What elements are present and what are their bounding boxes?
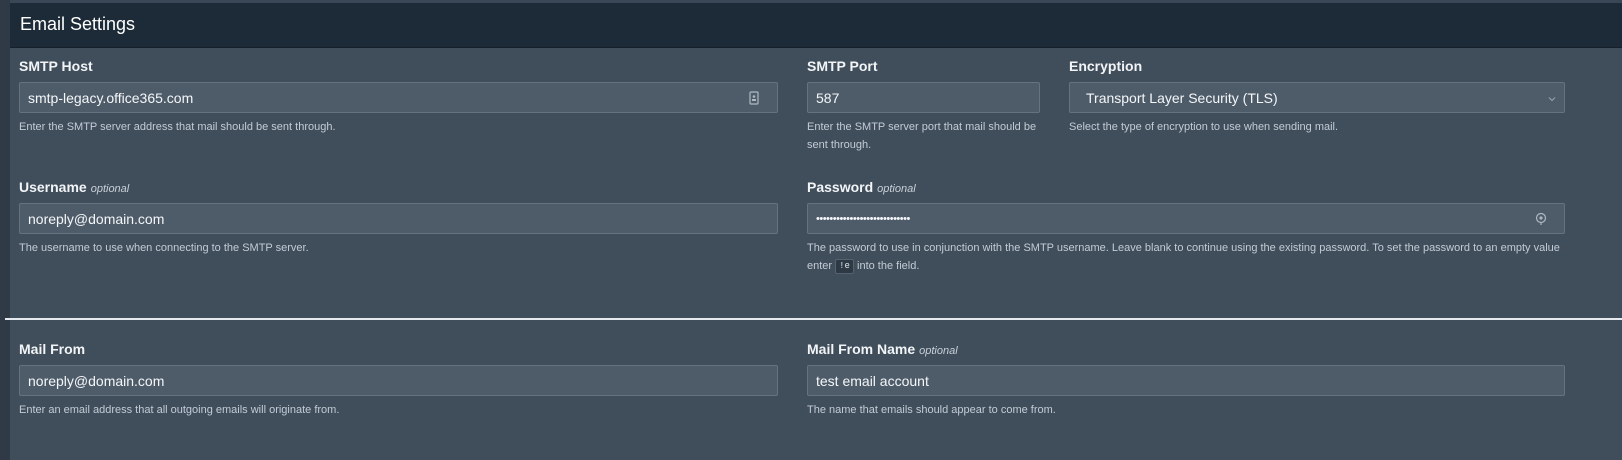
- contact-card-icon[interactable]: [747, 91, 761, 105]
- smtp-host-label: SMTP Host: [19, 58, 93, 74]
- smtp-port-input[interactable]: 587: [807, 82, 1040, 113]
- smtp-port-help: Enter the SMTP server port that mail sho…: [807, 121, 1037, 151]
- mail-from-value: noreply@domain.com: [28, 373, 165, 389]
- mail-from-name-value: test email account: [816, 373, 929, 389]
- username-help: The username to use when connecting to t…: [19, 242, 309, 254]
- page-left-edge: [0, 0, 10, 460]
- password-input[interactable]: ••••••••••••••••••••••••••••: [807, 203, 1565, 234]
- username-label: Username optional: [19, 178, 778, 196]
- password-help-text-end: into the field.: [857, 260, 920, 272]
- smtp-host-input[interactable]: smtp-legacy.office365.com: [19, 82, 778, 113]
- smtp-host-value: smtp-legacy.office365.com: [28, 90, 194, 106]
- password-masked-value: ••••••••••••••••••••••••••••: [816, 213, 910, 225]
- section-divider: [5, 318, 1622, 320]
- panel-title: Email Settings: [20, 14, 136, 34]
- mail-from-name-group: Mail From Name optional test email accoun…: [807, 340, 1565, 419]
- email-settings-panel: Email Settings SMTP Host smtp-legacy.off…: [10, 3, 1622, 460]
- encryption-selected-value: Transport Layer Security (TLS): [1086, 90, 1278, 106]
- mail-from-name-label-text: Mail From Name: [807, 341, 916, 357]
- password-help-text: The password to use in conjunction with …: [807, 242, 1560, 272]
- smtp-port-group: SMTP Port 587 Enter the SMTP server port…: [807, 57, 1040, 154]
- username-value: noreply@domain.com: [28, 211, 165, 227]
- username-group: Username optional noreply@domain.com The …: [19, 178, 778, 257]
- mail-from-group: Mail From noreply@domain.com Enter an em…: [19, 340, 778, 419]
- smtp-host-group: SMTP Host smtp-legacy.office365.com Ente…: [19, 57, 778, 136]
- password-group: Password optional •••••••••••••••••••••••…: [807, 178, 1565, 275]
- encryption-label: Encryption: [1069, 58, 1143, 74]
- smtp-host-help: Enter the SMTP server address that mail …: [19, 121, 336, 133]
- smtp-port-label: SMTP Port: [807, 58, 878, 74]
- mail-from-input[interactable]: noreply@domain.com: [19, 365, 778, 396]
- password-empty-code: !e: [835, 258, 854, 274]
- password-optional-tag: optional: [877, 183, 916, 195]
- encryption-select[interactable]: Transport Layer Security (TLS): [1069, 82, 1565, 113]
- mail-from-name-help: The name that emails should appear to co…: [807, 404, 1056, 416]
- mail-from-help: Enter an email address that all outgoing…: [19, 404, 340, 416]
- panel-header: Email Settings: [10, 3, 1622, 48]
- mail-from-name-input[interactable]: test email account: [807, 365, 1565, 396]
- password-reveal-icon[interactable]: [1534, 212, 1548, 226]
- username-label-text: Username: [19, 179, 87, 195]
- username-optional-tag: optional: [90, 183, 130, 195]
- encryption-help: Select the type of encryption to use whe…: [1069, 121, 1339, 133]
- smtp-port-value: 587: [816, 90, 840, 106]
- mail-from-label: Mail From: [19, 341, 86, 357]
- username-input[interactable]: noreply@domain.com: [19, 203, 778, 234]
- encryption-group: Encryption Transport Layer Security (TLS…: [1069, 57, 1565, 136]
- mail-from-name-label: Mail From Name optional: [807, 340, 1565, 358]
- password-label-text: Password: [807, 179, 874, 195]
- mail-from-name-optional-tag: optional: [919, 345, 958, 357]
- password-label: Password optional: [807, 178, 1565, 196]
- chevron-down-icon: [1548, 97, 1556, 102]
- password-help: The password to use in conjunction with …: [807, 239, 1565, 275]
